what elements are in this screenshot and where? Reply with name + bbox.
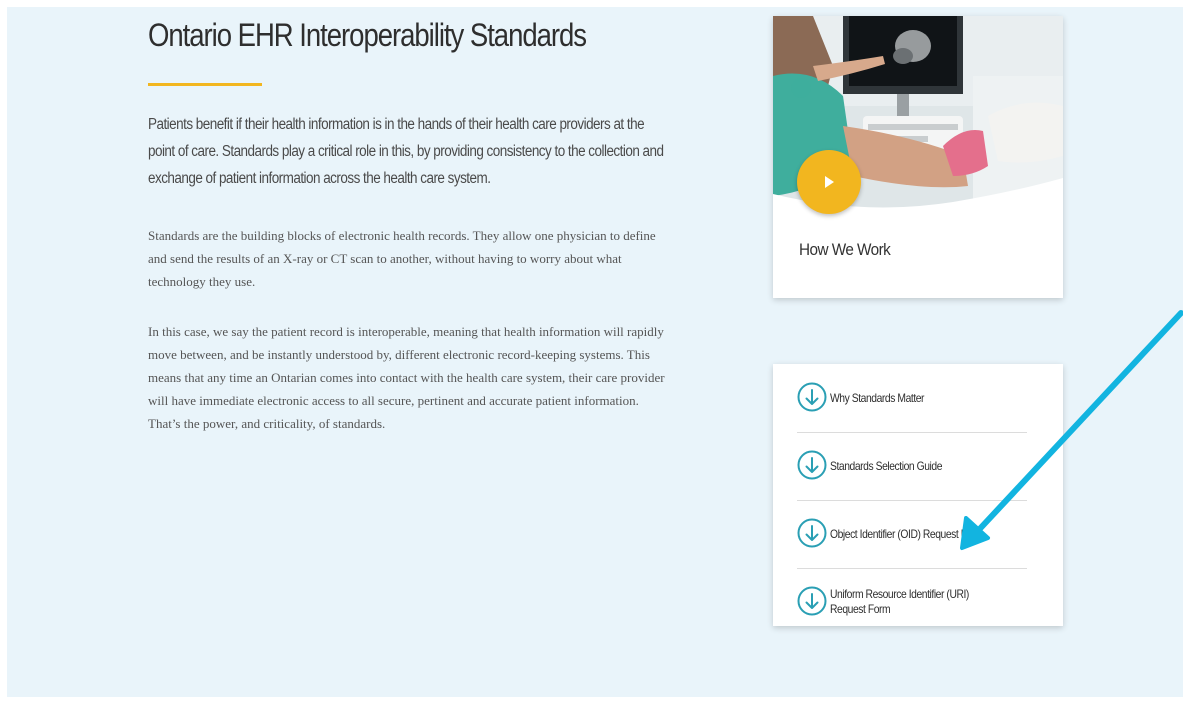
- play-video-button[interactable]: [797, 150, 861, 214]
- body-paragraph: Standards are the building blocks of ele…: [148, 228, 656, 289]
- link-label: Standards Selection Guide: [830, 459, 943, 473]
- arrow-down-circle-icon: [797, 450, 827, 480]
- arrow-down-circle-icon: [797, 518, 827, 548]
- link-label: Uniform Resource Identifier (URI) Reques…: [830, 587, 969, 616]
- link-label: Object Identifier (OID) Request Form: [830, 527, 984, 541]
- page-content: Ontario EHR Interoperability Standards P…: [7, 7, 1183, 697]
- link-label: Why Standards Matter: [830, 391, 925, 405]
- video-caption: How We Work: [799, 240, 891, 259]
- resource-links-card: Why Standards Matter Standards Selection…: [773, 364, 1063, 626]
- title-underline: [148, 83, 262, 86]
- body-paragraph: In this case, we say the patient record …: [148, 324, 665, 431]
- page-title: Ontario EHR Interoperability Standards: [148, 17, 587, 53]
- arrow-down-circle-icon: [797, 382, 827, 412]
- play-icon: [825, 176, 834, 188]
- link-oid-request-form[interactable]: Object Identifier (OID) Request Form: [797, 500, 1027, 569]
- link-why-standards-matter[interactable]: Why Standards Matter: [797, 364, 1027, 433]
- intro-lead-paragraph: Patients benefit if their health informa…: [148, 116, 664, 187]
- arrow-down-circle-icon: [797, 586, 827, 616]
- link-uri-request-form[interactable]: Uniform Resource Identifier (URI) Reques…: [797, 568, 1027, 636]
- how-we-work-video-card[interactable]: How We Work: [773, 16, 1063, 298]
- link-standards-selection-guide[interactable]: Standards Selection Guide: [797, 432, 1027, 501]
